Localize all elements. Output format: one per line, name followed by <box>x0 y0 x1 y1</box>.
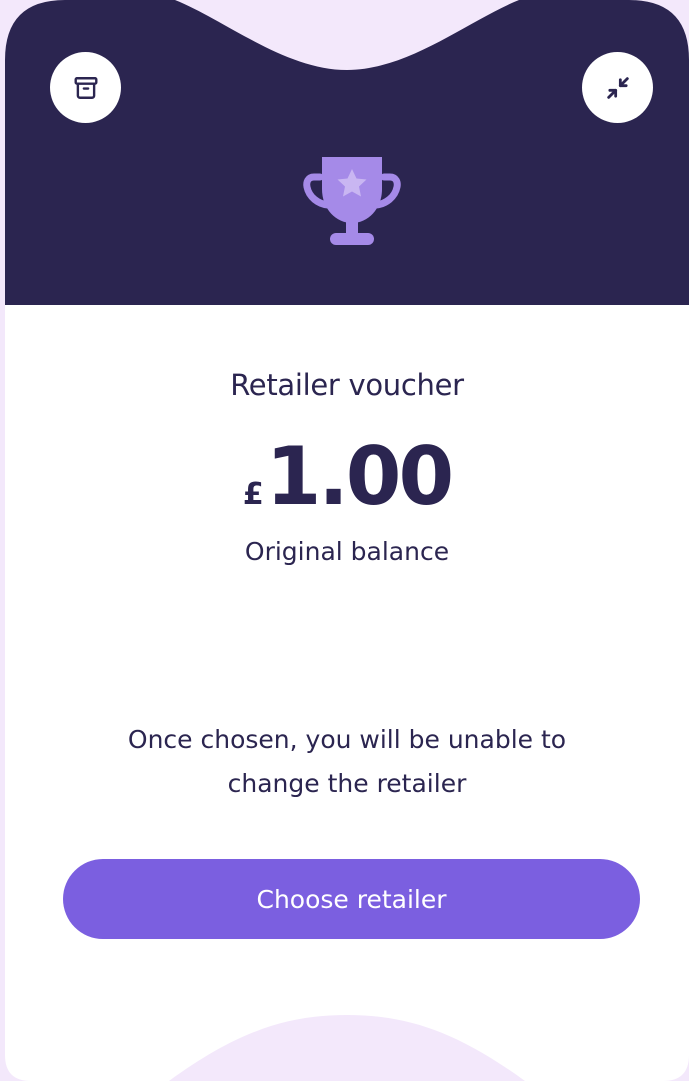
currency-symbol: £ <box>242 477 264 512</box>
retailer-notice: Once chosen, you will be unable to chang… <box>95 718 599 806</box>
balance-label: Original balance <box>244 537 450 566</box>
choose-retailer-button[interactable]: Choose retailer <box>63 859 640 939</box>
collapse-button[interactable] <box>582 52 653 123</box>
notice-line-2: change the retailer <box>227 769 467 798</box>
voucher-amount: £1.00 <box>5 430 689 523</box>
archive-box-icon <box>74 76 97 99</box>
amount-value: 1.00 <box>265 430 454 523</box>
archive-button[interactable] <box>50 52 121 123</box>
notice-line-1: Once chosen, you will be unable to <box>127 725 567 754</box>
voucher-title: Retailer voucher <box>230 368 464 402</box>
collapse-arrows-icon <box>606 76 629 99</box>
trophy-star-icon <box>303 157 401 245</box>
voucher-card: Retailer voucher £1.00 Original balance … <box>5 0 689 1081</box>
